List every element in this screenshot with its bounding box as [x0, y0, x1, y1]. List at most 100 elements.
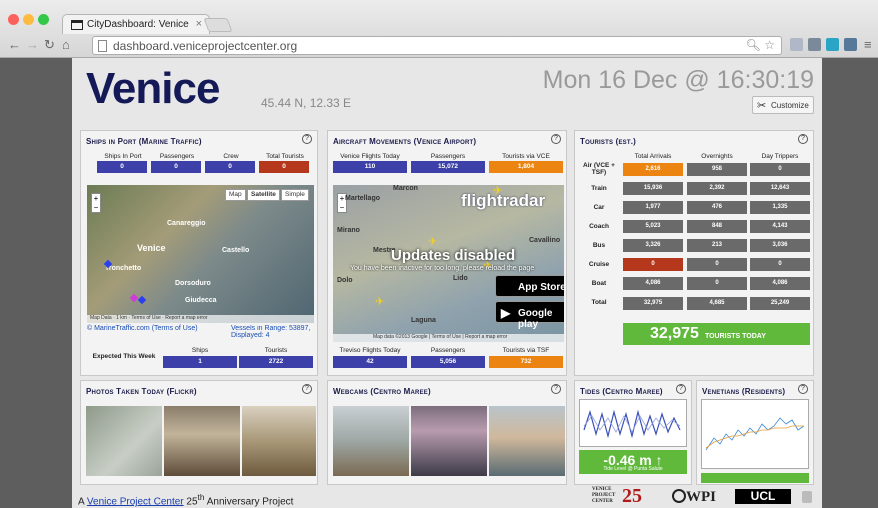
help-icon[interactable]: ?	[302, 384, 312, 394]
map-terms-link[interactable]: Terms of Use	[131, 315, 160, 321]
plane-icon[interactable]: ✈	[493, 185, 502, 197]
map-label-tronchetto: Tronchetto	[105, 265, 142, 272]
reload-icon[interactable]: ↻	[44, 37, 55, 53]
extension-screen-icon[interactable]	[808, 38, 821, 51]
zoom-window-button[interactable]	[38, 14, 49, 25]
vessel-marker-icon[interactable]	[137, 295, 147, 305]
footer-number: 25	[186, 496, 198, 508]
treviso-flights-label: Treviso Flights Today	[339, 347, 401, 354]
tourists-today-value: 32,975	[650, 325, 699, 342]
help-icon[interactable]: ?	[551, 384, 561, 394]
tide-level-label: Tide Level @ Punta Salute	[603, 466, 663, 472]
vessel-marker-icon[interactable]	[129, 293, 139, 303]
close-tab-icon[interactable]: ×	[196, 18, 202, 30]
coordinates: 45.44 N, 12.33 E	[261, 96, 352, 110]
close-window-button[interactable]	[8, 14, 19, 25]
extension-camera-icon[interactable]	[844, 38, 857, 51]
dashboard: Venice 45.44 N, 12.33 E Mon 16 Dec @ 16:…	[72, 58, 822, 508]
map-report-link[interactable]: Report a map error	[165, 315, 207, 321]
tourist-cell: 0	[750, 258, 810, 271]
tourists-vce-value: 1,804	[489, 161, 563, 173]
flickr-photo[interactable]	[86, 406, 162, 476]
page-icon	[98, 40, 107, 52]
help-icon[interactable]: ?	[798, 134, 808, 144]
tourist-row-label: Train	[591, 185, 607, 192]
tourists-today-label: TOURISTS TODAY	[704, 333, 766, 340]
back-arrow-icon[interactable]: ←	[8, 37, 21, 52]
nav-bar: ← → ↻ ⌂ dashboard.veniceprojectcenter.or…	[0, 35, 878, 57]
aircraft-title: Aircraft Movements (Venice Airport)	[333, 137, 477, 146]
tide-chart[interactable]	[579, 399, 687, 447]
browser-tab[interactable]: CityDashboard: Venice ×	[62, 14, 210, 34]
tourist-total-cell: 32,975	[623, 297, 683, 310]
tourist-col-header: Day Trippers	[761, 153, 799, 160]
ships-panel: Ships in Port (Marine Traffic) ? Ships I…	[80, 130, 318, 376]
webcam-image[interactable]	[333, 406, 409, 476]
wpi-logo: WPI	[672, 489, 716, 506]
extension-c-icon[interactable]	[826, 38, 839, 51]
crew-value: 0	[205, 161, 255, 173]
map-type-map[interactable]: Map	[225, 189, 246, 201]
aircraft-panel: Aircraft Movements (Venice Airport) ? Ve…	[327, 130, 567, 376]
map-type-satellite[interactable]: Satellite	[247, 189, 280, 201]
home-icon[interactable]: ⌂	[62, 37, 70, 52]
expected-tourists-value: 2722	[239, 356, 313, 368]
help-icon[interactable]: ?	[798, 384, 808, 394]
vpc-logo-text: VENICE PROJECT CENTER	[592, 487, 616, 504]
tourist-cell: 5,023	[623, 220, 683, 233]
total-tourists-label: Total Tourists	[266, 153, 304, 160]
passengers-value: 0	[151, 161, 201, 173]
tourist-cell: 476	[687, 201, 747, 214]
flickr-photo[interactable]	[164, 406, 240, 476]
customize-button[interactable]: ✂ Customize	[752, 96, 814, 114]
bookmark-star-icon[interactable]: 🔍︎ ☆	[746, 38, 775, 52]
tourist-row-label: Coach	[589, 223, 609, 230]
flightradar-brand: flightradar	[461, 191, 546, 210]
help-icon[interactable]: ?	[551, 134, 561, 144]
address-bar[interactable]: dashboard.veniceprojectcenter.org 🔍︎ ☆	[92, 36, 782, 55]
terms-link[interactable]: (Terms of Use)	[152, 325, 198, 332]
tourists-today-box: 32,975 TOURISTS TODAY	[623, 323, 810, 345]
vpc-link[interactable]: Venice Project Center	[87, 496, 184, 507]
new-tab-button[interactable]	[203, 18, 233, 32]
google-play-badge[interactable]: ▶ Google play	[495, 301, 564, 330]
tourist-cell: 1,977	[623, 201, 683, 214]
tourist-row-label: Cruise	[588, 261, 610, 268]
treviso-passengers-value: 5,056	[411, 356, 485, 368]
webcam-image[interactable]	[489, 406, 565, 476]
webcams-title: Webcams (Centro Maree)	[333, 387, 431, 396]
map-label-laguna: Laguna	[411, 317, 436, 324]
photos-title: Photos Taken Today (Flickr)	[86, 387, 197, 396]
map-label-martellago: Martellago	[345, 195, 381, 202]
flickr-photo[interactable]	[242, 406, 316, 476]
marinetraffic-link[interactable]: © MarineTraffic.com (Terms of Use)	[87, 325, 198, 332]
tourist-cell: 0	[750, 163, 810, 176]
map-label-cavallino: Cavallino	[529, 237, 561, 244]
tourist-cell: 0	[687, 277, 747, 290]
flight-map[interactable]: + − Martellago Marcon Mirano Mestre Dolo …	[333, 185, 564, 342]
help-icon[interactable]: ?	[302, 134, 312, 144]
plane-icon[interactable]: ✈	[375, 295, 384, 308]
map-type-simple[interactable]: Simple	[281, 189, 309, 201]
menu-icon[interactable]: ≡	[864, 37, 872, 52]
minimize-window-button[interactable]	[23, 14, 34, 25]
extension-chart-icon[interactable]	[790, 38, 803, 51]
flight-map-footer: Map data ©2013 Google | Terms of Use | R…	[333, 334, 564, 342]
tourist-cell: 12,643	[750, 182, 810, 195]
app-store-badge[interactable]: App Store	[495, 275, 564, 297]
residents-panel: Venetians (Residents) ?	[696, 380, 814, 485]
ships-label: Ships In Port	[104, 153, 142, 160]
tourist-total-label: Total	[591, 299, 607, 306]
venice-flights-value: 110	[333, 161, 407, 173]
vpc-25-logo: 25	[622, 485, 642, 507]
help-icon[interactable]: ?	[676, 384, 686, 394]
ships-title: Ships in Port (Marine Traffic)	[86, 137, 202, 146]
residents-chart[interactable]	[701, 399, 809, 469]
ships-map[interactable]: + − Map Satellite Simple Venice Canareggi…	[87, 185, 314, 323]
forward-arrow-icon[interactable]: →	[26, 37, 39, 52]
webcam-image[interactable]	[411, 406, 487, 476]
tourists-title: Tourists (est.)	[580, 137, 636, 146]
tourists-tsf-label: Tourists via TSF	[502, 347, 550, 354]
map-zoom-control[interactable]: + −	[91, 193, 101, 213]
tab-title: CityDashboard: Venice	[87, 19, 189, 30]
